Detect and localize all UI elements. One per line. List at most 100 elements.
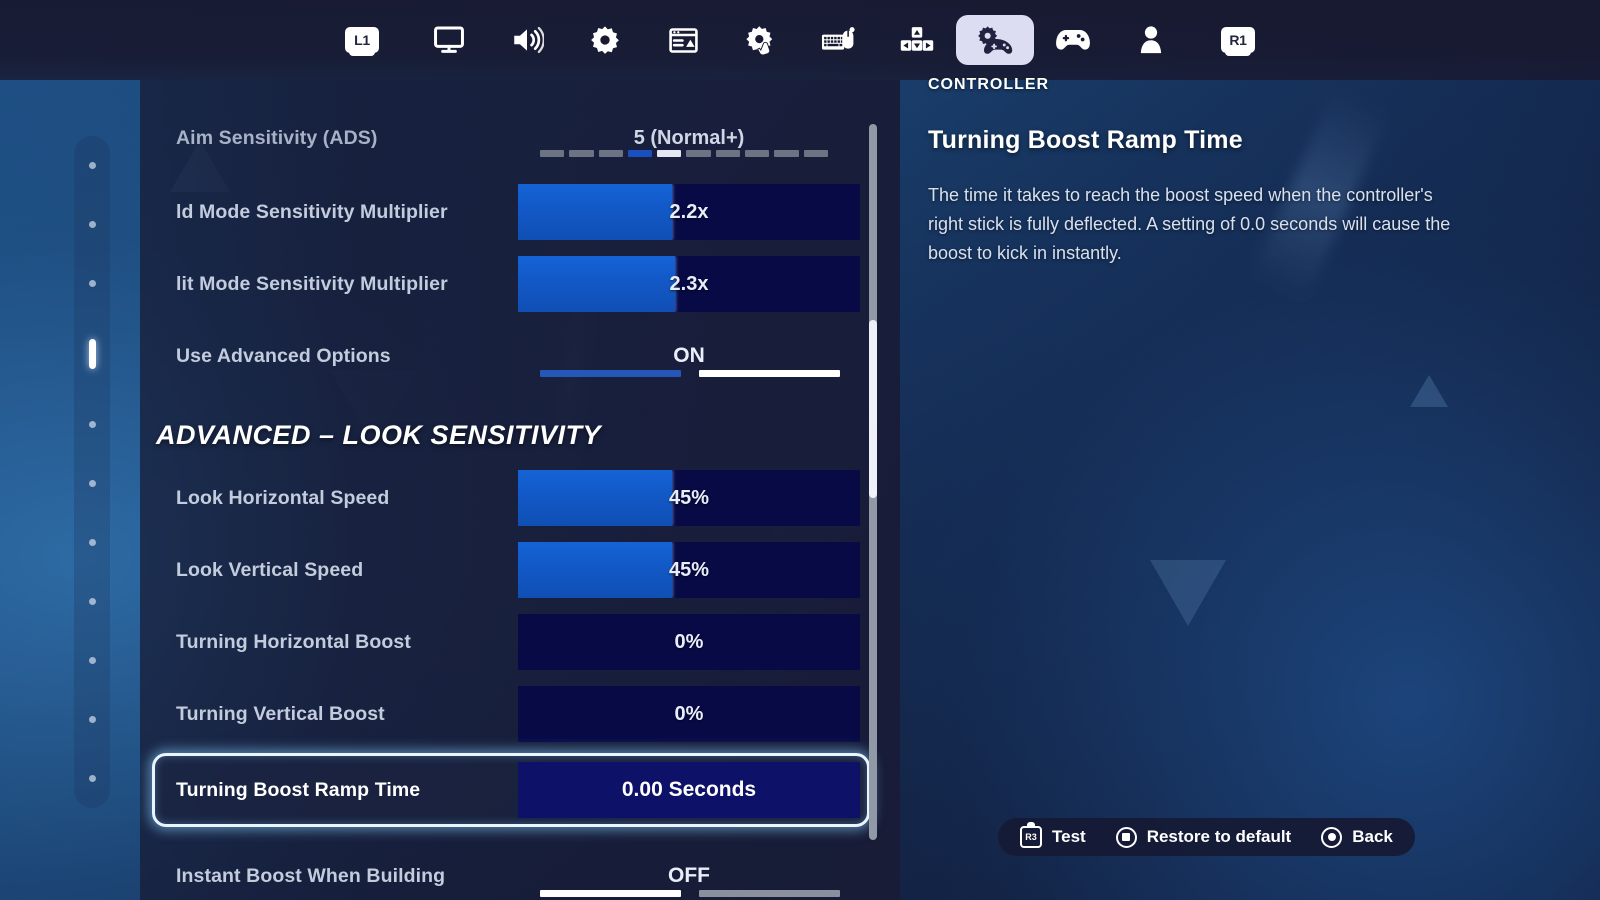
toggle-control[interactable] [540,890,840,897]
page-dot[interactable] [88,162,96,169]
setting-label: Use Advanced Options [176,344,391,367]
section-heading-label: ADVANCED – LOOK SENSITIVITY [156,419,602,450]
page-dot-rail[interactable] [74,136,110,808]
segment [803,150,828,157]
setting-label: Aim Sensitivity (ADS) [176,126,378,149]
slider-value: 45% [668,486,710,509]
slider-control[interactable]: 45% [518,470,860,526]
page-dot[interactable] [88,280,96,287]
nav-tab-controller-options[interactable] [956,15,1034,65]
slider-control[interactable]: 2.2x [518,184,860,240]
segment-current [657,150,682,157]
page-dot[interactable] [88,657,96,664]
slider-control[interactable]: 0% [518,614,860,670]
nav-tab-controller-binds[interactable] [1034,15,1112,65]
setting-label: Turning Boost Ramp Time [176,778,421,801]
segment [686,150,711,157]
setting-row-use-advanced-options[interactable]: Use Advanced Options ON [140,328,900,384]
decor-triangle [1150,560,1226,626]
setting-row-turning-boost-ramp-time[interactable]: Turning Boost Ramp Time 0.00 Seconds [140,753,900,827]
page-dot[interactable] [88,775,96,782]
setting-label: Instant Boost When Building [176,864,446,887]
setting-row-turning-vertical-boost[interactable]: Turning Vertical Boost 0% [140,686,900,742]
nav-tab-accessibility[interactable] [722,15,800,65]
toggle-option-on[interactable] [699,890,840,897]
action-back[interactable]: Back [1321,826,1393,848]
info-panel-description: The time it takes to reach the boost spe… [928,185,1451,263]
setting-label: lit Mode Sensitivity Multiplier [176,272,448,295]
nav-tab-account[interactable] [1112,15,1190,65]
toggle-option-off[interactable] [540,370,681,377]
controller-gear-icon [976,24,1014,56]
keyboard-mouse-icon [821,24,857,56]
action-test[interactable]: R3 Test [1020,826,1086,848]
setting-value: 5 (Normal+) [633,126,745,149]
right-bumper-hint: R1 [1190,27,1286,56]
settings-scrollbar-track[interactable] [869,124,877,840]
account-icon [1136,24,1166,56]
page-dot[interactable] [88,221,96,228]
setting-label: Turning Horizontal Boost [176,630,411,653]
info-panel-title: Turning Boost Ramp Time [928,126,1243,154]
section-title: CONTROLLER [928,76,1050,93]
setting-row-edit-mode-sensitivity-multiplier[interactable]: lit Mode Sensitivity Multiplier 2.3x [140,256,900,312]
page-dot[interactable] [88,480,96,487]
setting-row-aim-sensitivity-ads[interactable]: Aim Sensitivity (ADS) 5 (Normal+) [140,110,900,166]
nav-tabs [410,15,1190,65]
setting-row-look-vertical-speed[interactable]: Look Vertical Speed 45% [140,542,900,598]
slider-track[interactable]: 45% [518,470,860,526]
setting-label: Look Horizontal Speed [176,486,390,509]
page-dot[interactable] [88,539,96,546]
gear-icon [589,24,621,56]
page-dot[interactable] [88,598,96,605]
segment [569,150,594,157]
nav-tab-video[interactable] [410,15,488,65]
segment [715,150,741,157]
gamepad-icon [1055,25,1091,55]
hud-layout-icon [667,24,700,57]
slider-track[interactable]: 2.3x [518,256,860,312]
slider-control[interactable]: 0% [518,686,860,742]
setting-label: Turning Vertical Boost [176,702,385,725]
slider-control[interactable]: 2.3x [518,256,860,312]
nav-tab-game[interactable] [566,15,644,65]
toggle-option-off-selected[interactable] [540,890,681,897]
nav-tab-movement-keys[interactable] [878,15,956,65]
setting-info-panel: Turning Boost Ramp Time The time it take… [928,126,1488,268]
l1-button-icon: L1 [345,27,379,56]
slider-control[interactable]: 45% [518,542,860,598]
setting-row-look-horizontal-speed[interactable]: Look Horizontal Speed 45% [140,470,900,526]
setting-value: 0.00 Seconds [518,762,860,818]
segment [598,150,623,157]
slider-track[interactable]: 0% [518,614,860,670]
page-dot-active[interactable] [88,339,96,369]
toggle-option-on-selected[interactable] [699,370,840,377]
setting-label: Look Vertical Speed [176,558,364,581]
setting-row-instant-boost-when-building[interactable]: Instant Boost When Building OFF [140,848,900,900]
page-dot[interactable] [88,421,96,428]
settings-scrollbar-thumb[interactable] [869,320,877,498]
wasd-keys-icon [900,24,934,56]
segmented-indicator[interactable] [540,150,828,157]
segment-filled [627,150,653,157]
nav-tab-audio[interactable] [488,15,566,65]
slider-value: 2.2x [669,200,709,223]
r1-button-icon: R1 [1221,27,1255,56]
page-dot[interactable] [88,716,96,723]
action-restore-to-default[interactable]: Restore to default [1115,826,1291,848]
nav-tab-hud-layout[interactable] [644,15,722,65]
square-button-icon [1115,826,1137,848]
action-label: Test [1052,827,1086,846]
slider-track[interactable]: 2.2x [518,184,860,240]
toggle-control[interactable] [540,370,840,377]
slider-track[interactable]: 0% [518,686,860,742]
fortnite-settings-screen: L1 R1 CONTROLLER Aim Sensitivity (ADS) 5… [0,0,1600,900]
nav-tab-keyboard-controls[interactable] [800,15,878,65]
slider-value: 0% [674,630,704,653]
slider-value: 45% [668,558,710,581]
setting-row-build-mode-sensitivity-multiplier[interactable]: ld Mode Sensitivity Multiplier 2.2x [140,184,900,240]
slider-track[interactable]: 45% [518,542,860,598]
section-heading-advanced-look-sensitivity: ADVANCED – LOOK SENSITIVITY [140,410,900,460]
segment [774,150,799,157]
setting-row-turning-horizontal-boost[interactable]: Turning Horizontal Boost 0% [140,614,900,670]
